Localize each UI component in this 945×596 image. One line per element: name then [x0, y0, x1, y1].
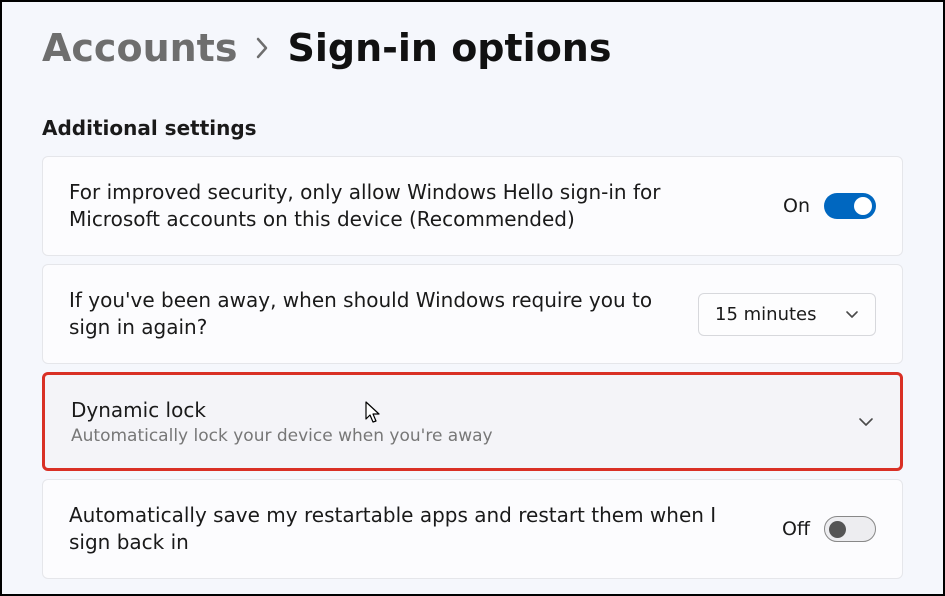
page-title: Sign-in options — [287, 26, 611, 70]
setting-title: Automatically save my restartable apps a… — [69, 502, 752, 556]
setting-row-restart-apps: Automatically save my restartable apps a… — [42, 479, 903, 579]
hello-signin-toggle[interactable] — [824, 193, 876, 219]
section-heading-additional-settings: Additional settings — [42, 116, 903, 140]
signin-timeout-dropdown[interactable]: 15 minutes — [698, 293, 876, 336]
setting-row-signin-timeout: If you've been away, when should Windows… — [42, 264, 903, 364]
setting-title: Dynamic lock — [71, 397, 828, 424]
toggle-state-label: On — [783, 195, 810, 217]
chevron-right-icon — [255, 37, 269, 65]
toggle-state-label: Off — [782, 518, 810, 540]
setting-row-hello-signin: For improved security, only allow Window… — [42, 156, 903, 256]
setting-title: If you've been away, when should Windows… — [69, 287, 668, 341]
chevron-down-icon — [858, 414, 874, 430]
setting-title: For improved security, only allow Window… — [69, 179, 753, 233]
chevron-down-icon — [845, 307, 859, 321]
setting-row-dynamic-lock[interactable]: Dynamic lock Automatically lock your dev… — [42, 372, 903, 471]
breadcrumb: Accounts Sign-in options — [42, 26, 903, 70]
setting-subtitle: Automatically lock your device when you'… — [71, 426, 828, 446]
restart-apps-toggle[interactable] — [824, 516, 876, 542]
dropdown-value: 15 minutes — [715, 304, 817, 325]
breadcrumb-parent[interactable]: Accounts — [42, 26, 237, 70]
